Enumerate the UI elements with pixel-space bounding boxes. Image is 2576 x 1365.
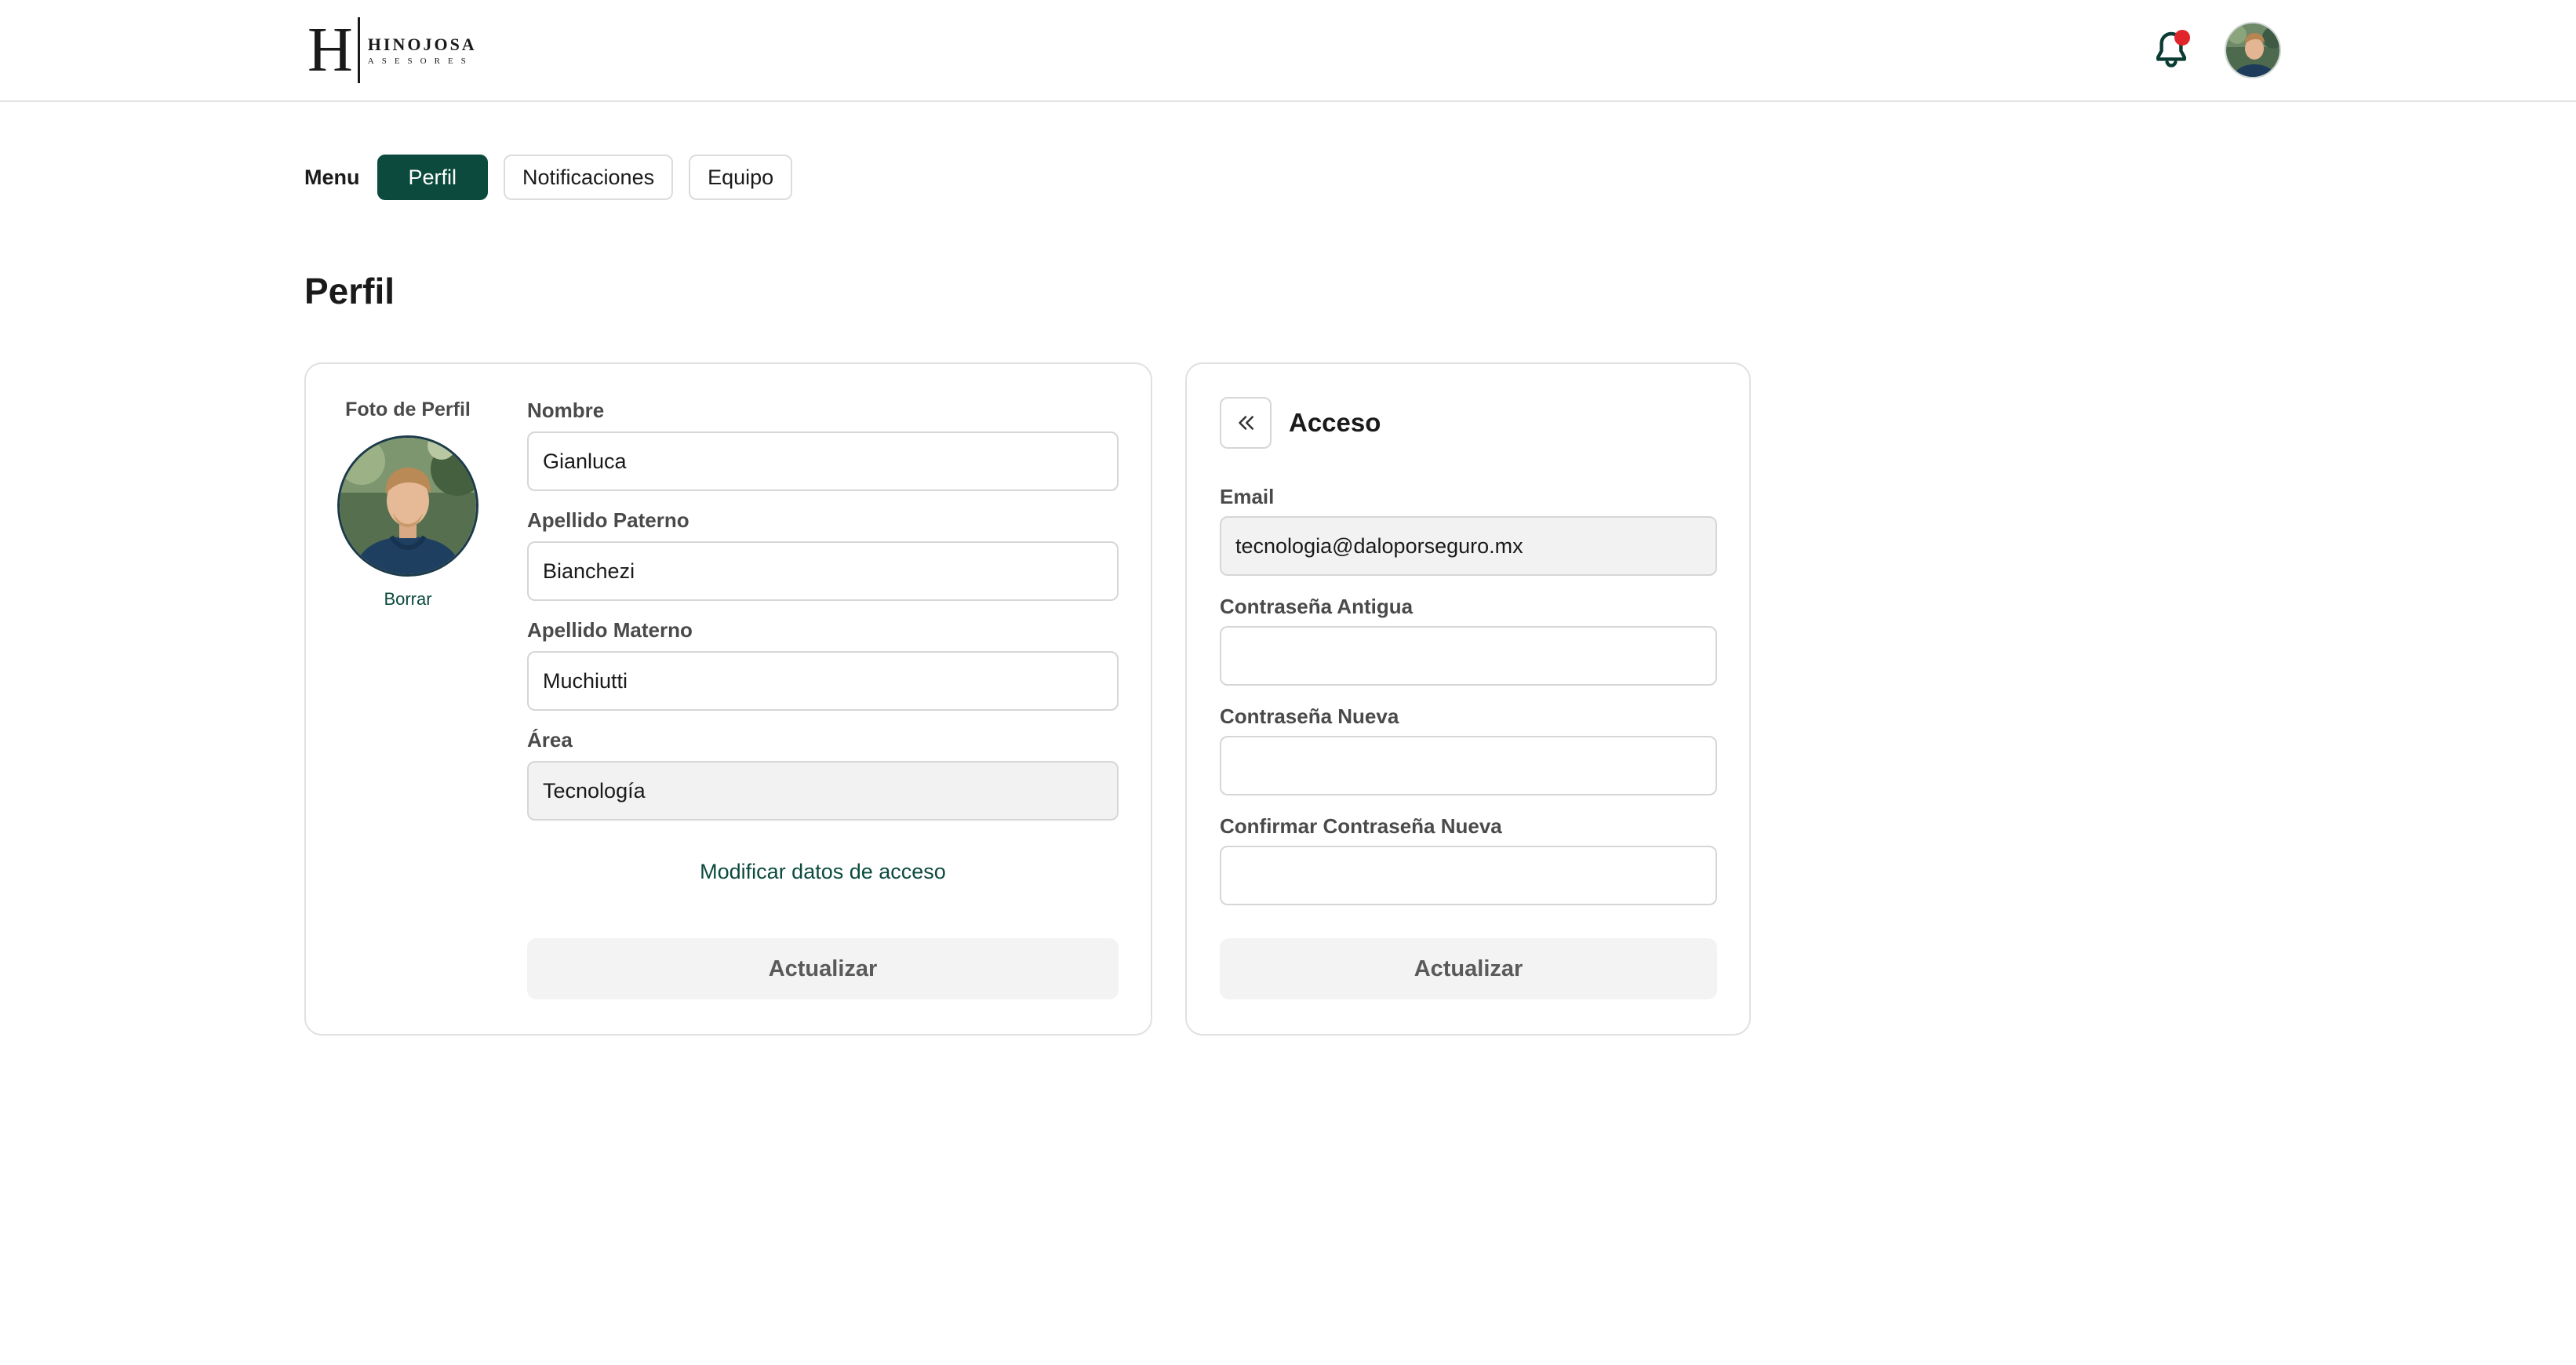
logo-divider xyxy=(357,17,360,83)
new-password-label: Contraseña Nueva xyxy=(1220,704,1399,728)
delete-photo-link[interactable]: Borrar xyxy=(337,589,478,610)
tab-perfil[interactable]: Perfil xyxy=(377,155,489,200)
confirm-password-input[interactable] xyxy=(1220,846,1717,905)
tab-notificaciones[interactable]: Notificaciones xyxy=(504,155,674,200)
logo-subtitle: ASESORES xyxy=(367,56,474,66)
page-title: Perfil xyxy=(304,271,395,311)
profile-photo-image xyxy=(340,438,476,574)
profile-settings-page: H HINOJOSA ASESORES Menu Perfil Notifica… xyxy=(0,0,2576,1365)
apellido-paterno-input[interactable] xyxy=(527,541,1119,601)
email-field xyxy=(1220,516,1717,576)
collapse-access-button[interactable] xyxy=(1220,397,1272,449)
photo-label: Foto de Perfil xyxy=(345,399,471,420)
apellido-materno-label: Apellido Materno xyxy=(527,618,693,642)
profile-photo-section: Foto de Perfil Borrar xyxy=(337,399,478,610)
update-access-button[interactable]: Actualizar xyxy=(1220,938,1717,999)
apellido-paterno-label: Apellido Paterno xyxy=(527,508,689,532)
brand-logo[interactable]: H HINOJOSA ASESORES xyxy=(307,17,477,83)
tab-equipo[interactable]: Equipo xyxy=(689,155,793,200)
area-input xyxy=(527,761,1119,821)
old-password-input[interactable] xyxy=(1220,626,1717,686)
notification-badge xyxy=(2174,30,2190,46)
update-profile-button[interactable]: Actualizar xyxy=(527,938,1119,999)
user-avatar[interactable] xyxy=(2225,22,2281,78)
access-title: Acceso xyxy=(1289,408,1381,437)
notifications-button[interactable] xyxy=(2152,30,2190,71)
access-card: Acceso Email Contraseña Antigua Contrase… xyxy=(1185,362,1751,1036)
nombre-input[interactable] xyxy=(527,431,1119,491)
nombre-label: Nombre xyxy=(527,399,605,422)
logo-name: HINOJOSA xyxy=(367,35,477,54)
apellido-materno-input[interactable] xyxy=(527,651,1119,711)
logo-wordmark: HINOJOSA ASESORES xyxy=(368,35,477,66)
area-label: Área xyxy=(527,728,573,752)
double-chevron-left-icon xyxy=(1239,416,1253,430)
new-password-input[interactable] xyxy=(1220,736,1717,795)
profile-photo[interactable] xyxy=(337,435,478,577)
menu-label: Menu xyxy=(304,165,360,189)
top-bar: H HINOJOSA ASESORES xyxy=(0,0,2576,102)
confirm-password-label: Confirmar Contraseña Nueva xyxy=(1220,814,1502,838)
user-avatar-image xyxy=(2226,24,2279,77)
settings-menu: Menu Perfil Notificaciones Equipo xyxy=(304,154,808,201)
logo-letter: H xyxy=(307,16,353,85)
modify-access-link[interactable]: Modificar datos de acceso xyxy=(527,860,1119,884)
old-password-label: Contraseña Antigua xyxy=(1220,595,1414,618)
profile-card: Foto de Perfil Borrar Nombre Gianluca Ap… xyxy=(304,362,1152,1036)
email-label: Email xyxy=(1220,485,1275,508)
